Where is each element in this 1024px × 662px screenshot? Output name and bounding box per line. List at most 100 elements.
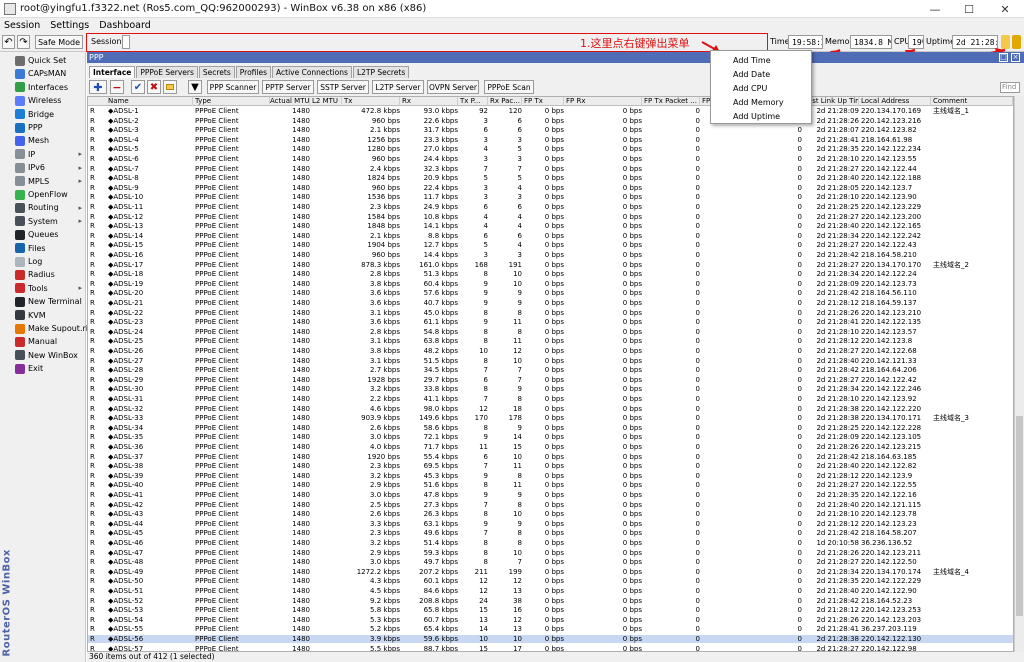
table-row[interactable]: R ◆ADSL-46 PPPoE Client 1480 3.2 kbps 51.4 kb… bbox=[88, 539, 1013, 547]
pppoe-scan-button[interactable]: PPPoE Scan bbox=[484, 80, 534, 94]
table-row[interactable]: R ◆ADSL-35 PPPoE Client 1480 3.0 kbps 72.1 kb… bbox=[88, 433, 1013, 441]
table-row[interactable]: R ◆ADSL-42 PPPoE Client 1480 2.5 kbps 27.3 kb… bbox=[88, 501, 1013, 509]
scrollbar-thumb[interactable] bbox=[1016, 416, 1023, 616]
column-header[interactable]: Type bbox=[195, 97, 270, 106]
table-row[interactable]: R ◆ADSL-48 PPPoE Client 1480 3.0 kbps 49.7 kb… bbox=[88, 558, 1013, 566]
sidebar-item-tools[interactable]: Tools ▸ bbox=[0, 282, 86, 295]
tab-active-connections[interactable]: Active Connections bbox=[272, 66, 352, 78]
context-menu-item-add-memory[interactable]: Add Memory bbox=[711, 96, 811, 110]
table-row[interactable]: R ◆ADSL-14 PPPoE Client 1480 2.1 kbps 8.8 kbp… bbox=[88, 232, 1013, 240]
table-row[interactable]: R ◆ADSL-41 PPPoE Client 1480 3.0 kbps 47.8 kb… bbox=[88, 491, 1013, 499]
sidebar-item-quick-set[interactable]: Quick Set bbox=[0, 54, 86, 67]
pptp-server-button[interactable]: PPTP Server bbox=[262, 80, 314, 94]
sidebar-item-new-terminal[interactable]: New Terminal bbox=[0, 295, 86, 308]
table-row[interactable]: R ◆ADSL-36 PPPoE Client 1480 4.0 kbps 71.7 kb… bbox=[88, 443, 1013, 451]
table-row[interactable]: R ◆ADSL-33 PPPoE Client 1480 903.9 kbps 149.6… bbox=[88, 414, 1013, 422]
column-header[interactable]: FP Tx bbox=[524, 97, 564, 106]
disable-button[interactable]: ✖ bbox=[147, 80, 161, 94]
table-row[interactable]: R ◆ADSL-37 PPPoE Client 1480 1920 bps 55.4 kb… bbox=[88, 453, 1013, 461]
ppp-scanner-button[interactable]: PPP Scanner bbox=[207, 80, 259, 94]
table-row[interactable]: R ◆ADSL-1 PPPoE Client 1480 472.8 kbps 93.0 k… bbox=[88, 107, 1013, 115]
table-scrollbar[interactable] bbox=[1014, 96, 1024, 652]
remove-button[interactable]: − bbox=[110, 80, 124, 94]
table-row[interactable]: R ◆ADSL-38 PPPoE Client 1480 2.3 kbps 69.5 kb… bbox=[88, 462, 1013, 470]
tab-interface[interactable]: Interface bbox=[89, 66, 136, 78]
table-row[interactable]: R ◆ADSL-54 PPPoE Client 1480 5.3 kbps 60.7 kb… bbox=[88, 616, 1013, 624]
sidebar-item-manual[interactable]: Manual bbox=[0, 335, 86, 348]
table-row[interactable]: R ◆ADSL-52 PPPoE Client 1480 9.2 kbps 208.8 k… bbox=[88, 597, 1013, 605]
ppp-maximize-button[interactable]: □ bbox=[999, 53, 1008, 62]
table-row[interactable]: R ◆ADSL-25 PPPoE Client 1480 3.1 kbps 63.8 kb… bbox=[88, 337, 1013, 345]
ovpn-server-button[interactable]: OVPN Server bbox=[427, 80, 479, 94]
comment-button[interactable] bbox=[163, 80, 177, 94]
table-row[interactable]: R ◆ADSL-15 PPPoE Client 1480 1904 bps 12.7 kb… bbox=[88, 241, 1013, 249]
table-row[interactable]: R ◆ADSL-2 PPPoE Client 1480 960 bps 22.6 kbps… bbox=[88, 117, 1013, 125]
table-row[interactable]: R ◆ADSL-26 PPPoE Client 1480 3.8 kbps 48.2 kb… bbox=[88, 347, 1013, 355]
table-row[interactable]: R ◆ADSL-19 PPPoE Client 1480 3.8 kbps 60.4 kb… bbox=[88, 280, 1013, 288]
table-row[interactable]: R ◆ADSL-55 PPPoE Client 1480 5.2 kbps 65.4 kb… bbox=[88, 625, 1013, 633]
table-row[interactable]: R ◆ADSL-22 PPPoE Client 1480 3.1 kbps 45.0 kb… bbox=[88, 309, 1013, 317]
l2tp-server-button[interactable]: L2TP Server bbox=[372, 80, 424, 94]
table-row[interactable]: R ◆ADSL-17 PPPoE Client 1480 878.3 kbps 161.0… bbox=[88, 261, 1013, 269]
filter-button[interactable]: ▼ bbox=[188, 80, 202, 94]
sidebar-item-make-supout-rif[interactable]: Make Supout.rif bbox=[0, 322, 91, 335]
table-row[interactable]: R ◆ADSL-31 PPPoE Client 1480 2.2 kbps 41.1 kb… bbox=[88, 395, 1013, 403]
sidebar-item-ip[interactable]: IP ▸ bbox=[0, 148, 86, 161]
table-row[interactable]: R ◆ADSL-24 PPPoE Client 1480 2.8 kbps 54.8 kb… bbox=[88, 328, 1013, 336]
table-row[interactable]: R ◆ADSL-28 PPPoE Client 1480 2.7 kbps 34.5 kb… bbox=[88, 366, 1013, 374]
table-row[interactable]: R ◆ADSL-32 PPPoE Client 1480 4.6 kbps 98.0 kb… bbox=[88, 405, 1013, 413]
column-header[interactable]: Comment bbox=[933, 97, 1013, 106]
tab-l2tp-secrets[interactable]: L2TP Secrets bbox=[352, 66, 410, 78]
column-header[interactable]: Last Link Up Time bbox=[804, 97, 859, 106]
table-row[interactable]: R ◆ADSL-47 PPPoE Client 1480 2.9 kbps 59.3 kb… bbox=[88, 549, 1013, 557]
table-row[interactable]: R ◆ADSL-39 PPPoE Client 1480 3.2 kbps 45.3 kb… bbox=[88, 472, 1013, 480]
table-row[interactable]: R ◆ADSL-3 PPPoE Client 1480 2.1 kbps 31.7 kbp… bbox=[88, 126, 1013, 134]
table-row[interactable]: R ◆ADSL-57 PPPoE Client 1480 5.5 kbps 88.7 kb… bbox=[88, 645, 1013, 651]
context-menu-item-add-date[interactable]: Add Date bbox=[711, 68, 811, 82]
sidebar-item-exit[interactable]: Exit bbox=[0, 362, 86, 375]
column-header[interactable]: Tx P... bbox=[460, 97, 488, 106]
table-row[interactable]: R ◆ADSL-10 PPPoE Client 1480 1536 bps 11.7 kb… bbox=[88, 193, 1013, 201]
table-row[interactable]: R ◆ADSL-23 PPPoE Client 1480 3.6 kbps 61.1 kb… bbox=[88, 318, 1013, 326]
table-row[interactable]: R ◆ADSL-44 PPPoE Client 1480 3.3 kbps 63.1 kb… bbox=[88, 520, 1013, 528]
table-row[interactable]: R ◆ADSL-9 PPPoE Client 1480 960 bps 22.4 kbps… bbox=[88, 184, 1013, 192]
table-row[interactable]: R ◆ADSL-4 PPPoE Client 1480 1256 bps 23.3 kbp… bbox=[88, 136, 1013, 144]
sidebar-item-mesh[interactable]: Mesh bbox=[0, 134, 86, 147]
column-header[interactable]: Name bbox=[108, 97, 193, 106]
column-header[interactable]: FP Tx Packet ... bbox=[644, 97, 700, 106]
sidebar-item-wireless[interactable]: Wireless bbox=[0, 94, 86, 107]
sidebar-item-queues[interactable]: Queues bbox=[0, 228, 86, 241]
table-row[interactable]: R ◆ADSL-34 PPPoE Client 1480 2.6 kbps 58.6 kb… bbox=[88, 424, 1013, 432]
column-header[interactable]: FP Rx bbox=[566, 97, 642, 106]
table-row[interactable]: R ◆ADSL-16 PPPoE Client 1480 960 bps 14.4 kbp… bbox=[88, 251, 1013, 259]
table-row[interactable]: R ◆ADSL-21 PPPoE Client 1480 3.6 kbps 40.7 kb… bbox=[88, 299, 1013, 307]
sidebar-item-interfaces[interactable]: Interfaces bbox=[0, 81, 86, 94]
sidebar-item-files[interactable]: Files bbox=[0, 242, 86, 255]
table-row[interactable]: R ◆ADSL-27 PPPoE Client 1480 3.1 kbps 51.5 kb… bbox=[88, 357, 1013, 365]
table-row[interactable]: R ◆ADSL-8 PPPoE Client 1480 1824 bps 20.9 kbp… bbox=[88, 174, 1013, 182]
table-row[interactable]: R ◆ADSL-18 PPPoE Client 1480 2.8 kbps 51.3 kb… bbox=[88, 270, 1013, 278]
sidebar-item-mpls[interactable]: MPLS ▸ bbox=[0, 175, 86, 188]
context-menu-item-add-time[interactable]: Add Time bbox=[711, 54, 811, 68]
sidebar-item-new-winbox[interactable]: New WinBox bbox=[0, 349, 86, 362]
table-row[interactable]: R ◆ADSL-11 PPPoE Client 1480 2.3 kbps 24.9 kb… bbox=[88, 203, 1013, 211]
sidebar-item-system[interactable]: System ▸ bbox=[0, 215, 86, 228]
table-row[interactable]: R ◆ADSL-20 PPPoE Client 1480 3.6 kbps 57.6 kb… bbox=[88, 289, 1013, 297]
sidebar-item-openflow[interactable]: OpenFlow bbox=[0, 188, 86, 201]
context-menu-item-add-cpu[interactable]: Add CPU bbox=[711, 82, 811, 96]
enable-button[interactable]: ✔ bbox=[131, 80, 145, 94]
table-row[interactable]: R ◆ADSL-12 PPPoE Client 1480 1584 bps 10.8 kb… bbox=[88, 213, 1013, 221]
column-header[interactable]: L2 MTU bbox=[312, 97, 342, 106]
table-row[interactable]: R ◆ADSL-45 PPPoE Client 1480 2.3 kbps 49.6 kb… bbox=[88, 529, 1013, 537]
tab-profiles[interactable]: Profiles bbox=[235, 66, 271, 78]
sidebar-item-capsman[interactable]: CAPsMAN bbox=[0, 67, 86, 80]
sidebar-item-radius[interactable]: Radius bbox=[0, 268, 86, 281]
sidebar-item-ipv6[interactable]: IPv6 ▸ bbox=[0, 161, 86, 174]
sstp-server-button[interactable]: SSTP Server bbox=[317, 80, 369, 94]
table-row[interactable]: R ◆ADSL-49 PPPoE Client 1480 1272.2 kbps 207.… bbox=[88, 568, 1013, 576]
column-header[interactable]: Tx bbox=[344, 97, 400, 106]
column-header[interactable]: Rx Pac... bbox=[490, 97, 522, 106]
sidebar-item-routing[interactable]: Routing ▸ bbox=[0, 201, 86, 214]
table-row[interactable]: R ◆ADSL-30 PPPoE Client 1480 3.2 kbps 33.8 kb… bbox=[88, 385, 1013, 393]
column-header[interactable]: Rx bbox=[402, 97, 458, 106]
